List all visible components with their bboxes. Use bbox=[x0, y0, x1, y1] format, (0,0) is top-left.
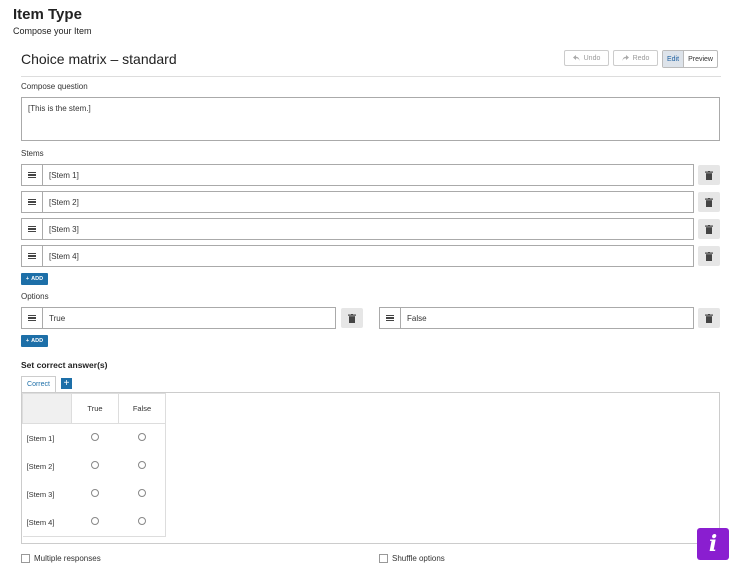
edit-tab[interactable]: Edit bbox=[663, 51, 685, 67]
drag-handle[interactable] bbox=[21, 191, 43, 213]
matrix-row-label: [Stem 1] bbox=[26, 433, 55, 443]
redo-button[interactable]: Redo bbox=[613, 50, 658, 66]
add-option-label: ADD bbox=[31, 338, 44, 344]
option-row: True bbox=[21, 307, 336, 329]
undo-label: Undo bbox=[583, 54, 601, 62]
add-stem-button[interactable]: + ADD bbox=[21, 273, 48, 285]
trash-icon bbox=[348, 313, 356, 323]
matrix-row-label: [Stem 2] bbox=[26, 461, 55, 471]
matrix-column-header: False bbox=[118, 393, 166, 424]
shuffle-options-checkbox[interactable] bbox=[379, 554, 388, 563]
delete-stem-button[interactable] bbox=[698, 165, 720, 185]
answer-radio[interactable] bbox=[137, 461, 146, 469]
mode-toggle: Edit Preview bbox=[662, 50, 718, 68]
drag-handle[interactable] bbox=[379, 307, 401, 329]
redo-icon bbox=[622, 55, 629, 61]
page-subtitle: Compose your Item bbox=[13, 26, 92, 36]
shuffle-options-option[interactable]: Shuffle options bbox=[379, 554, 445, 563]
stem-input[interactable]: [Stem 3] bbox=[43, 218, 694, 240]
drag-handle[interactable] bbox=[21, 245, 43, 267]
preview-tab[interactable]: Preview bbox=[684, 51, 717, 67]
shuffle-options-label: Shuffle options bbox=[392, 554, 445, 563]
stem-row: [Stem 4] bbox=[21, 245, 694, 267]
drag-handle-icon bbox=[28, 253, 36, 259]
option-input[interactable]: True bbox=[43, 307, 336, 329]
trash-icon bbox=[705, 313, 713, 323]
question-editor: Choice matrix – standard Undo Redo Edit … bbox=[21, 44, 721, 563]
option-row: False bbox=[379, 307, 694, 329]
drag-handle[interactable] bbox=[21, 307, 43, 329]
table-row: [Stem 3] bbox=[23, 480, 166, 508]
answer-matrix: True False [Stem 1] [Stem 2] [Stem 3] [S… bbox=[22, 393, 166, 537]
stem-row: [Stem 2] bbox=[21, 191, 694, 213]
add-alternate-answer-button[interactable]: + bbox=[61, 378, 72, 389]
info-icon[interactable]: i bbox=[697, 528, 729, 560]
redo-label: Redo bbox=[632, 54, 650, 62]
matrix-column-header: True bbox=[71, 393, 119, 424]
table-row: [Stem 4] bbox=[22, 508, 166, 537]
matrix-row-label: [Stem 4] bbox=[22, 508, 72, 537]
drag-handle[interactable] bbox=[21, 164, 43, 186]
stem-input[interactable]: [Stem 1] bbox=[43, 164, 694, 186]
add-stem-label: ADD bbox=[31, 276, 44, 282]
page-header: Item Type Compose your Item bbox=[13, 6, 92, 36]
answer-radio[interactable] bbox=[137, 433, 146, 441]
drag-handle-icon bbox=[28, 172, 36, 178]
set-correct-answers-title: Set correct answer(s) bbox=[21, 360, 108, 370]
plus-icon: + bbox=[63, 377, 70, 389]
delete-option-button[interactable] bbox=[341, 308, 363, 328]
trash-icon bbox=[705, 170, 713, 180]
answer-radio[interactable] bbox=[91, 489, 99, 497]
plus-icon: + bbox=[25, 338, 30, 344]
widget-title: Choice matrix – standard bbox=[21, 51, 177, 67]
table-row: [Stem 1] bbox=[23, 423, 166, 452]
answer-matrix-panel: True False [Stem 1] [Stem 2] [Stem 3] [S… bbox=[21, 392, 720, 544]
matrix-corner bbox=[22, 393, 72, 424]
stem-input[interactable]: [Stem 2] bbox=[43, 191, 694, 213]
compose-question-label: Compose question bbox=[21, 82, 88, 91]
drag-handle[interactable] bbox=[21, 218, 43, 240]
trash-icon bbox=[705, 224, 713, 234]
undo-button[interactable]: Undo bbox=[564, 50, 609, 66]
multiple-responses-option[interactable]: Multiple responses bbox=[21, 554, 101, 563]
editor-header: Choice matrix – standard Undo Redo Edit … bbox=[21, 44, 721, 77]
answer-radio[interactable] bbox=[137, 489, 146, 497]
answer-radio[interactable] bbox=[91, 433, 99, 441]
table-row: [Stem 2] bbox=[23, 452, 166, 480]
option-input[interactable]: False bbox=[401, 307, 694, 329]
trash-icon bbox=[705, 197, 713, 207]
matrix-row-label: [Stem 3] bbox=[26, 489, 55, 499]
delete-stem-button[interactable] bbox=[698, 219, 720, 239]
stems-label: Stems bbox=[21, 149, 44, 158]
drag-handle-icon bbox=[28, 226, 36, 232]
answer-radio[interactable] bbox=[137, 517, 146, 525]
options-label: Options bbox=[21, 292, 49, 301]
drag-handle-icon bbox=[386, 315, 394, 321]
delete-stem-button[interactable] bbox=[698, 192, 720, 212]
undo-icon bbox=[572, 55, 580, 61]
delete-option-button[interactable] bbox=[698, 308, 720, 328]
answer-radio[interactable] bbox=[91, 517, 99, 525]
plus-icon: + bbox=[25, 276, 30, 282]
stem-input[interactable]: [Stem 4] bbox=[43, 245, 694, 267]
multiple-responses-checkbox[interactable] bbox=[21, 554, 30, 563]
multiple-responses-label: Multiple responses bbox=[34, 554, 101, 563]
drag-handle-icon bbox=[28, 315, 36, 321]
answer-radio[interactable] bbox=[91, 461, 99, 469]
compose-question-input[interactable]: [This is the stem.] bbox=[21, 97, 720, 141]
add-option-button[interactable]: + ADD bbox=[21, 335, 48, 347]
trash-icon bbox=[705, 251, 713, 261]
drag-handle-icon bbox=[28, 199, 36, 205]
page-title: Item Type bbox=[13, 6, 82, 23]
stem-row: [Stem 3] bbox=[21, 218, 694, 240]
delete-stem-button[interactable] bbox=[698, 246, 720, 266]
tab-correct[interactable]: Correct bbox=[21, 376, 56, 392]
stem-row: [Stem 1] bbox=[21, 164, 694, 186]
